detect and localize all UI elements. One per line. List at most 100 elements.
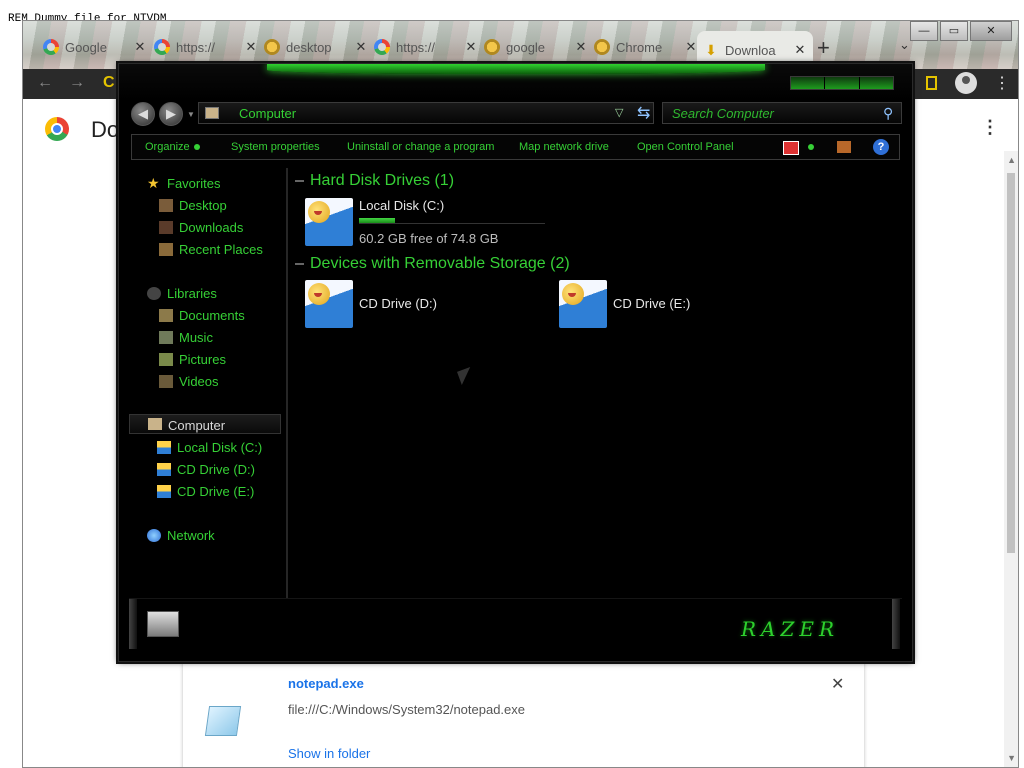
search-placeholder: Search Computer	[672, 106, 774, 121]
open-control-panel-button[interactable]: Open Control Panel	[637, 141, 734, 153]
nav-videos[interactable]: Videos	[159, 374, 219, 389]
organize-button[interactable]: Organize	[145, 141, 200, 153]
extension-icon[interactable]	[926, 76, 937, 90]
nav-label: Favorites	[167, 176, 221, 191]
nav-computer[interactable]: Computer	[129, 414, 281, 434]
nav-network[interactable]: Network	[147, 528, 215, 543]
show-in-folder-link[interactable]: Show in folder	[288, 746, 370, 761]
tab-google-search[interactable]: google ✕	[478, 33, 594, 61]
new-tab-button[interactable]: +	[817, 35, 830, 61]
close-icon[interactable]: ✕	[464, 39, 478, 55]
dropdown-dot-icon[interactable]	[808, 144, 814, 150]
chevron-down-icon[interactable]: ▽	[615, 106, 623, 119]
page-title: Do	[91, 117, 120, 142]
recent-pages-dropdown[interactable]: ▼	[187, 110, 195, 119]
tab-desktop[interactable]: desktop ✕	[258, 33, 374, 61]
download-filename-link[interactable]: notepad.exe	[288, 676, 364, 691]
close-icon[interactable]: ✕	[574, 39, 588, 55]
videos-icon	[159, 375, 173, 388]
nav-label: Libraries	[167, 286, 217, 301]
close-icon[interactable]: ✕	[793, 42, 807, 58]
nav-favorites[interactable]: ★ Favorites	[147, 176, 220, 191]
close-window-button[interactable]: ✕	[970, 21, 1012, 41]
drive-icon	[157, 485, 171, 498]
cd-drive-e-icon[interactable]	[559, 280, 607, 328]
nav-music[interactable]: Music	[159, 330, 213, 345]
close-icon[interactable]: ✕	[354, 39, 368, 55]
reload-button[interactable]: C	[103, 74, 115, 92]
tab-chrome[interactable]: Chrome ✕	[588, 33, 704, 61]
system-properties-button[interactable]: System properties	[231, 141, 320, 153]
search-icon[interactable]: ⚲	[883, 105, 893, 122]
recent-places-icon	[159, 243, 173, 256]
chrome-menu-button[interactable]: ⋮	[994, 73, 1010, 93]
collapse-icon	[295, 262, 304, 265]
forward-button[interactable]: →	[69, 74, 85, 92]
help-icon[interactable]: ?	[873, 139, 889, 155]
cd-drive-d-label[interactable]: CD Drive (D:)	[359, 296, 437, 311]
explorer-window-controls[interactable]	[790, 76, 894, 90]
disk-usage-bar	[359, 218, 545, 224]
nav-desktop[interactable]: Desktop	[159, 198, 227, 213]
nav-libraries[interactable]: Libraries	[147, 286, 217, 301]
address-bar[interactable]: Computer ▽	[198, 102, 654, 124]
nav-label: Pictures	[179, 352, 226, 367]
nav-cd-drive-e[interactable]: CD Drive (E:)	[157, 484, 254, 499]
yellow-site-icon	[484, 39, 500, 55]
tab-https-2[interactable]: https:// ✕	[368, 33, 484, 61]
group-header-label: Hard Disk Drives (1)	[310, 172, 455, 189]
page-menu-button[interactable]: ⋮	[981, 117, 999, 138]
nav-downloads[interactable]: Downloads	[159, 220, 243, 235]
nav-recent-places[interactable]: Recent Places	[159, 242, 263, 257]
download-icon: ⬇	[705, 42, 717, 58]
close-icon[interactable]: ✕	[244, 39, 258, 55]
group-header-hard-disk[interactable]: Hard Disk Drives (1)	[295, 172, 454, 190]
scroll-up-icon[interactable]: ▲	[1007, 155, 1016, 165]
profile-avatar[interactable]	[955, 72, 977, 94]
tab-google[interactable]: Google ✕	[37, 33, 153, 61]
view-icon[interactable]	[783, 141, 799, 155]
search-input[interactable]: Search Computer ⚲	[662, 102, 902, 124]
details-pane-right-edge	[892, 599, 900, 649]
drive-icon	[157, 441, 171, 454]
forward-button[interactable]: ▶	[159, 102, 183, 126]
computer-icon	[147, 611, 179, 637]
map-network-drive-button[interactable]: Map network drive	[519, 141, 609, 153]
tab-title: Downloa	[725, 42, 776, 58]
tab-title: google	[506, 39, 546, 55]
cd-drive-e-label[interactable]: CD Drive (E:)	[613, 296, 690, 311]
group-header-label: Devices with Removable Storage (2)	[310, 255, 570, 272]
command-bar: Organize System properties Uninstall or …	[131, 134, 900, 160]
maximize-button[interactable]: ▭	[940, 21, 968, 41]
remove-download-button[interactable]: ✕	[831, 674, 844, 694]
local-disk-label[interactable]: Local Disk (C:)	[359, 198, 444, 213]
nav-label: CD Drive (E:)	[177, 484, 255, 499]
google-icon	[374, 39, 390, 55]
yellow-site-icon	[264, 39, 280, 55]
nav-documents[interactable]: Documents	[159, 308, 245, 323]
uninstall-program-button[interactable]: Uninstall or change a program	[347, 141, 494, 153]
disk-free-space: 60.2 GB free of 74.8 GB	[359, 231, 499, 246]
nav-label: Desktop	[179, 198, 227, 213]
refresh-icon[interactable]: ⇆	[637, 103, 650, 123]
razer-logo: RAZER	[741, 617, 840, 641]
group-header-removable[interactable]: Devices with Removable Storage (2)	[295, 255, 570, 273]
back-button[interactable]: ←	[37, 74, 53, 92]
content-pane: Hard Disk Drives (1) Local Disk (C:) 60.…	[291, 168, 901, 598]
window-controls: — ▭ ✕	[908, 21, 1012, 41]
back-button[interactable]: ◀	[131, 102, 155, 126]
nav-pictures[interactable]: Pictures	[159, 352, 226, 367]
nav-cd-drive-d[interactable]: CD Drive (D:)	[157, 462, 255, 477]
tab-https-1[interactable]: https:// ✕	[148, 33, 264, 61]
minimize-button[interactable]: —	[910, 21, 938, 41]
nav-label: Videos	[179, 374, 219, 389]
nav-local-disk-c[interactable]: Local Disk (C:)	[157, 440, 262, 455]
close-icon[interactable]: ✕	[133, 39, 147, 55]
preview-pane-icon[interactable]	[837, 141, 851, 153]
scrollbar-thumb[interactable]	[1007, 173, 1015, 553]
local-disk-icon[interactable]	[305, 198, 353, 246]
computer-icon	[205, 107, 219, 119]
close-icon[interactable]: ✕	[684, 39, 698, 55]
cd-drive-d-icon[interactable]	[305, 280, 353, 328]
scroll-down-icon[interactable]: ▼	[1007, 753, 1016, 763]
